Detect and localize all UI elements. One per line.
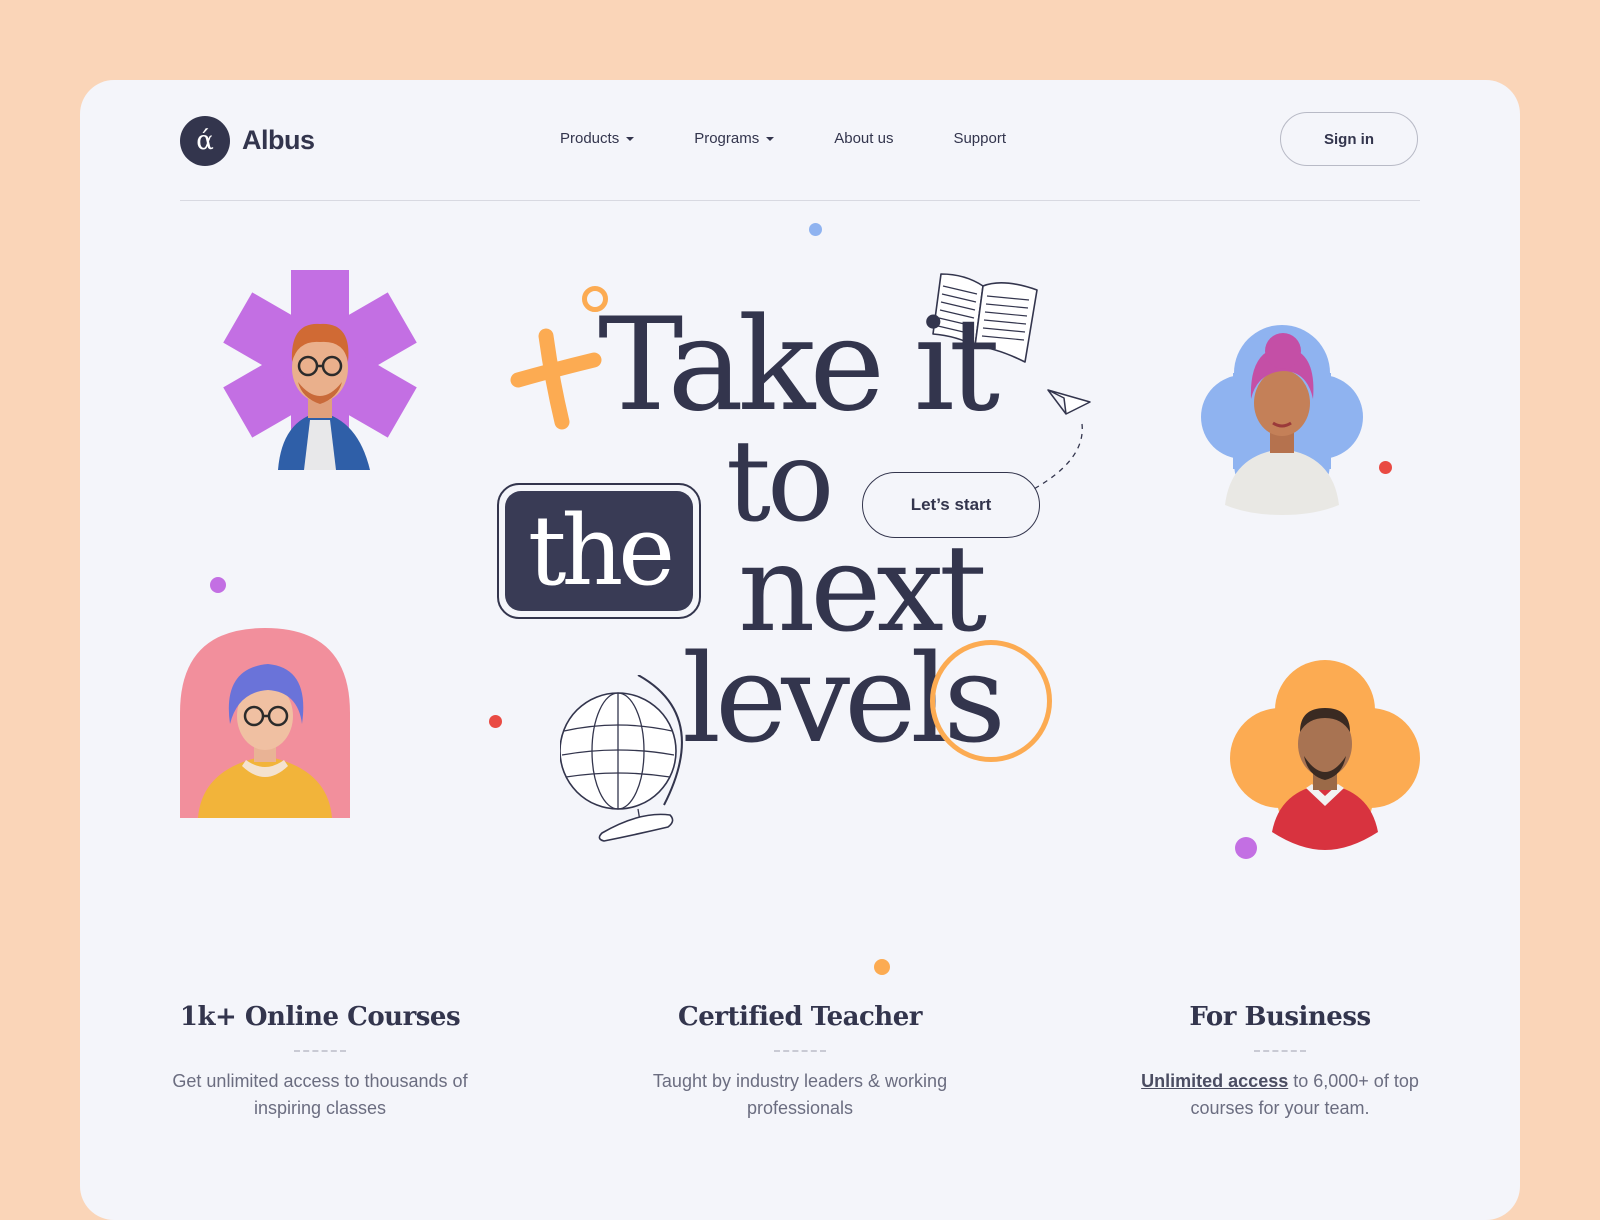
decor-dot [809,223,822,236]
dash-divider [774,1050,826,1052]
nav-label: About us [834,130,894,147]
caret-down-icon [766,136,775,141]
nav-item-support[interactable]: Support [953,130,1006,147]
hero-word-the: the [505,491,693,611]
nav-item-programs[interactable]: Programs [694,130,775,147]
dash-divider [1254,1050,1306,1052]
page-card: ά Albus Products Programs About us Suppo… [80,80,1520,1220]
brand-name[interactable]: Albus [242,125,315,156]
nav-label: Support [953,130,1006,147]
unlimited-access-link[interactable]: Unlimited access [1141,1071,1288,1091]
plus-cross-icon [510,328,602,430]
hero-boxed-word: the [497,483,701,619]
decor-dot [874,959,890,975]
avatar-flower-man [1230,660,1420,850]
decor-dot [210,577,226,593]
dash-divider [294,1050,346,1052]
avatar-arch-woman [180,628,350,818]
feature-business: For Business Unlimited access to 6,000+ … [1120,1002,1440,1122]
decor-ring-levels [930,640,1052,762]
feature-title: Certified Teacher [678,1002,922,1032]
header-divider [180,200,1420,201]
feature-desc: Unlimited access to 6,000+ of top course… [1120,1068,1440,1122]
main-nav: Products Programs About us Support [560,130,1066,147]
decor-dot [489,715,502,728]
sign-in-button[interactable]: Sign in [1280,112,1418,166]
feature-title: For Business [1189,1002,1371,1032]
feature-courses: 1k+ Online Courses Get unlimited access … [160,1002,480,1122]
paper-plane-icon [1031,389,1091,491]
feature-teacher: Certified Teacher Taught by industry lea… [640,1002,960,1122]
globe-icon [560,675,683,842]
logo-mark[interactable]: ά [180,116,230,166]
nav-label: Products [560,130,620,147]
feature-title: 1k+ Online Courses [179,1002,461,1032]
nav-item-about[interactable]: About us [834,130,893,147]
hero-line-take-it: Take it [598,291,1000,440]
avatar-asterisk-man [223,270,417,470]
avatar-eight-woman [1201,325,1363,515]
feature-desc: Get unlimited access to thousands of ins… [172,1071,468,1118]
nav-item-products[interactable]: Products [560,130,635,147]
feature-desc: Taught by industry leaders & working pro… [652,1071,948,1118]
decor-dot [1379,461,1392,474]
nav-label: Programs [694,130,760,147]
caret-down-icon [626,136,635,141]
